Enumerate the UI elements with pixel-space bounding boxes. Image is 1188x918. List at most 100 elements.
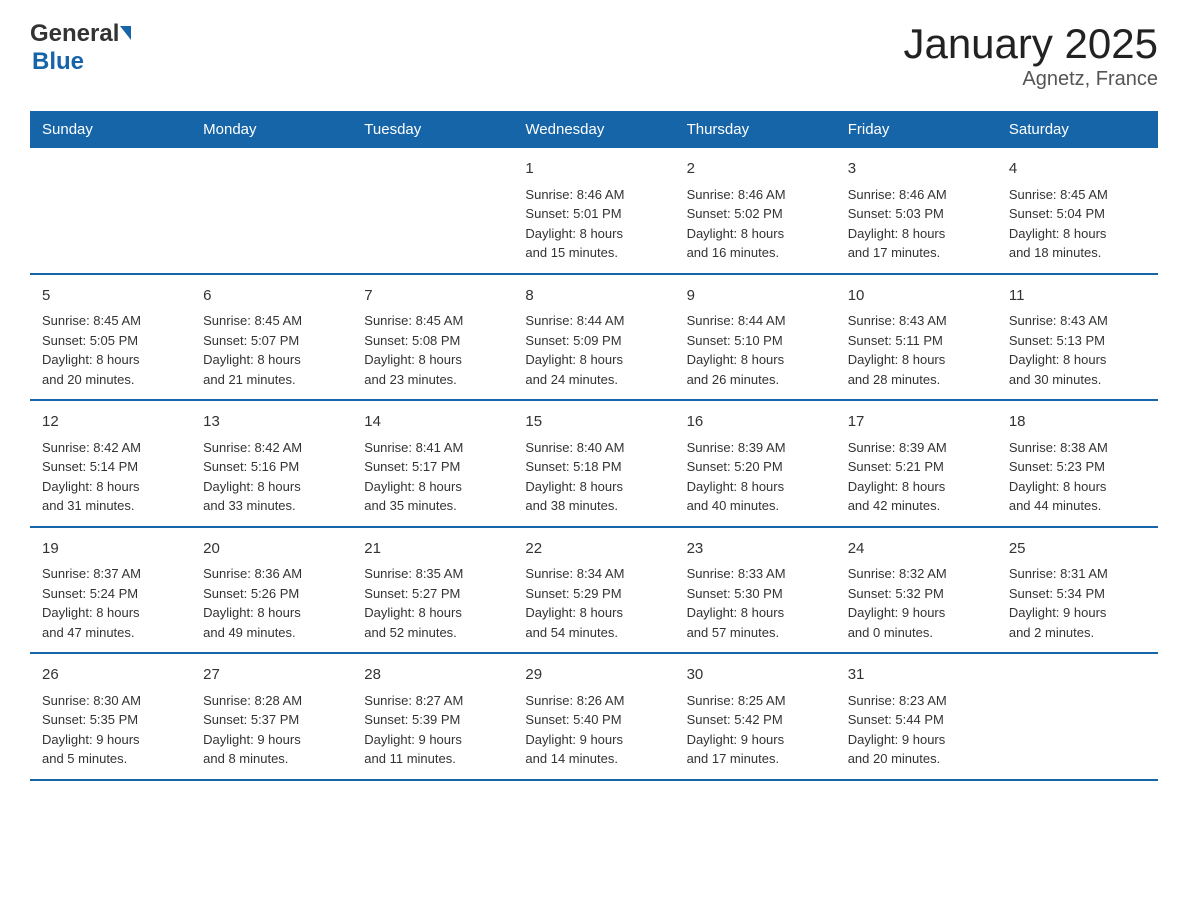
day-number: 11 bbox=[1009, 285, 1146, 308]
day-number: 19 bbox=[42, 538, 179, 561]
day-info: Sunrise: 8:23 AM Sunset: 5:44 PM Dayligh… bbox=[848, 693, 947, 767]
calendar-cell: 12 Sunrise: 8:42 AM Sunset: 5:14 PM Dayli… bbox=[30, 400, 191, 527]
day-of-week-header: Thursday bbox=[675, 111, 836, 148]
page-subtitle: Agnetz, France bbox=[903, 68, 1158, 91]
day-of-week-header: Friday bbox=[836, 111, 997, 148]
calendar-week-row: 19 Sunrise: 8:37 AM Sunset: 5:24 PM Dayli… bbox=[30, 527, 1158, 654]
day-number: 17 bbox=[848, 411, 985, 434]
calendar-cell bbox=[30, 148, 191, 274]
day-info: Sunrise: 8:45 AM Sunset: 5:08 PM Dayligh… bbox=[364, 313, 463, 387]
day-info: Sunrise: 8:42 AM Sunset: 5:16 PM Dayligh… bbox=[203, 440, 302, 514]
calendar-cell: 31 Sunrise: 8:23 AM Sunset: 5:44 PM Dayli… bbox=[836, 653, 997, 780]
calendar-cell: 4 Sunrise: 8:45 AM Sunset: 5:04 PM Daylig… bbox=[997, 148, 1158, 274]
day-info: Sunrise: 8:46 AM Sunset: 5:03 PM Dayligh… bbox=[848, 187, 947, 261]
calendar-cell: 24 Sunrise: 8:32 AM Sunset: 5:32 PM Dayli… bbox=[836, 527, 997, 654]
day-info: Sunrise: 8:44 AM Sunset: 5:10 PM Dayligh… bbox=[687, 313, 786, 387]
day-info: Sunrise: 8:44 AM Sunset: 5:09 PM Dayligh… bbox=[525, 313, 624, 387]
day-number: 15 bbox=[525, 411, 662, 434]
calendar-cell: 16 Sunrise: 8:39 AM Sunset: 5:20 PM Dayli… bbox=[675, 400, 836, 527]
day-info: Sunrise: 8:39 AM Sunset: 5:21 PM Dayligh… bbox=[848, 440, 947, 514]
logo-general-text: General bbox=[30, 20, 119, 48]
day-of-week-header: Wednesday bbox=[513, 111, 674, 148]
calendar-cell bbox=[352, 148, 513, 274]
calendar-cell: 1Sunrise: 8:46 AM Sunset: 5:01 PM Daylig… bbox=[513, 148, 674, 274]
day-of-week-header: Tuesday bbox=[352, 111, 513, 148]
day-info: Sunrise: 8:41 AM Sunset: 5:17 PM Dayligh… bbox=[364, 440, 463, 514]
calendar-cell: 2 Sunrise: 8:46 AM Sunset: 5:02 PM Daylig… bbox=[675, 148, 836, 274]
day-number: 23 bbox=[687, 538, 824, 561]
calendar-cell: 28Sunrise: 8:27 AM Sunset: 5:39 PM Dayli… bbox=[352, 653, 513, 780]
calendar-cell bbox=[997, 653, 1158, 780]
calendar-cell: 22 Sunrise: 8:34 AM Sunset: 5:29 PM Dayli… bbox=[513, 527, 674, 654]
day-number: 26 bbox=[42, 664, 179, 687]
calendar-cell: 11 Sunrise: 8:43 AM Sunset: 5:13 PM Dayli… bbox=[997, 274, 1158, 401]
day-info: Sunrise: 8:34 AM Sunset: 5:29 PM Dayligh… bbox=[525, 566, 624, 640]
day-number: 13 bbox=[203, 411, 340, 434]
day-number: 22 bbox=[525, 538, 662, 561]
day-info: Sunrise: 8:32 AM Sunset: 5:32 PM Dayligh… bbox=[848, 566, 947, 640]
day-number: 14 bbox=[364, 411, 501, 434]
logo-chevron-icon bbox=[120, 26, 131, 40]
day-number: 21 bbox=[364, 538, 501, 561]
calendar-cell: 6 Sunrise: 8:45 AM Sunset: 5:07 PM Daylig… bbox=[191, 274, 352, 401]
calendar-cell bbox=[191, 148, 352, 274]
calendar-week-row: 12 Sunrise: 8:42 AM Sunset: 5:14 PM Dayli… bbox=[30, 400, 1158, 527]
day-info: Sunrise: 8:39 AM Sunset: 5:20 PM Dayligh… bbox=[687, 440, 786, 514]
day-info: Sunrise: 8:31 AM Sunset: 5:34 PM Dayligh… bbox=[1009, 566, 1108, 640]
calendar-cell: 15 Sunrise: 8:40 AM Sunset: 5:18 PM Dayli… bbox=[513, 400, 674, 527]
day-number: 31 bbox=[848, 664, 985, 687]
calendar-cell: 27Sunrise: 8:28 AM Sunset: 5:37 PM Dayli… bbox=[191, 653, 352, 780]
day-number: 8 bbox=[525, 285, 662, 308]
calendar-cell: 26 Sunrise: 8:30 AM Sunset: 5:35 PM Dayli… bbox=[30, 653, 191, 780]
day-info: Sunrise: 8:45 AM Sunset: 5:05 PM Dayligh… bbox=[42, 313, 141, 387]
day-number: 10 bbox=[848, 285, 985, 308]
day-number: 12 bbox=[42, 411, 179, 434]
logo: General Blue bbox=[30, 20, 131, 76]
calendar-cell: 23Sunrise: 8:33 AM Sunset: 5:30 PM Dayli… bbox=[675, 527, 836, 654]
day-number: 24 bbox=[848, 538, 985, 561]
calendar-cell: 10Sunrise: 8:43 AM Sunset: 5:11 PM Dayli… bbox=[836, 274, 997, 401]
day-info: Sunrise: 8:45 AM Sunset: 5:07 PM Dayligh… bbox=[203, 313, 302, 387]
day-number: 25 bbox=[1009, 538, 1146, 561]
page-title: January 2025 bbox=[903, 20, 1158, 68]
day-number: 20 bbox=[203, 538, 340, 561]
calendar-cell: 7 Sunrise: 8:45 AM Sunset: 5:08 PM Daylig… bbox=[352, 274, 513, 401]
day-info: Sunrise: 8:37 AM Sunset: 5:24 PM Dayligh… bbox=[42, 566, 141, 640]
calendar-cell: 25 Sunrise: 8:31 AM Sunset: 5:34 PM Dayli… bbox=[997, 527, 1158, 654]
day-number: 7 bbox=[364, 285, 501, 308]
day-number: 6 bbox=[203, 285, 340, 308]
day-number: 2 bbox=[687, 158, 824, 181]
calendar-header-row: SundayMondayTuesdayWednesdayThursdayFrid… bbox=[30, 111, 1158, 148]
day-info: Sunrise: 8:38 AM Sunset: 5:23 PM Dayligh… bbox=[1009, 440, 1108, 514]
title-block: January 2025 Agnetz, France bbox=[903, 20, 1158, 91]
calendar-cell: 3 Sunrise: 8:46 AM Sunset: 5:03 PM Daylig… bbox=[836, 148, 997, 274]
day-number: 9 bbox=[687, 285, 824, 308]
calendar-cell: 30 Sunrise: 8:25 AM Sunset: 5:42 PM Dayli… bbox=[675, 653, 836, 780]
day-info: Sunrise: 8:30 AM Sunset: 5:35 PM Dayligh… bbox=[42, 693, 141, 767]
day-number: 3 bbox=[848, 158, 985, 181]
day-info: Sunrise: 8:45 AM Sunset: 5:04 PM Dayligh… bbox=[1009, 187, 1108, 261]
day-number: 4 bbox=[1009, 158, 1146, 181]
calendar-cell: 17 Sunrise: 8:39 AM Sunset: 5:21 PM Dayli… bbox=[836, 400, 997, 527]
day-info: Sunrise: 8:40 AM Sunset: 5:18 PM Dayligh… bbox=[525, 440, 624, 514]
calendar-cell: 20 Sunrise: 8:36 AM Sunset: 5:26 PM Dayli… bbox=[191, 527, 352, 654]
day-info: Sunrise: 8:42 AM Sunset: 5:14 PM Dayligh… bbox=[42, 440, 141, 514]
day-info: Sunrise: 8:36 AM Sunset: 5:26 PM Dayligh… bbox=[203, 566, 302, 640]
calendar-cell: 21Sunrise: 8:35 AM Sunset: 5:27 PM Dayli… bbox=[352, 527, 513, 654]
day-of-week-header: Saturday bbox=[997, 111, 1158, 148]
day-info: Sunrise: 8:28 AM Sunset: 5:37 PM Dayligh… bbox=[203, 693, 302, 767]
day-number: 18 bbox=[1009, 411, 1146, 434]
calendar-week-row: 1Sunrise: 8:46 AM Sunset: 5:01 PM Daylig… bbox=[30, 148, 1158, 274]
calendar-cell: 29Sunrise: 8:26 AM Sunset: 5:40 PM Dayli… bbox=[513, 653, 674, 780]
day-info: Sunrise: 8:43 AM Sunset: 5:13 PM Dayligh… bbox=[1009, 313, 1108, 387]
calendar-table: SundayMondayTuesdayWednesdayThursdayFrid… bbox=[30, 111, 1158, 781]
day-number: 16 bbox=[687, 411, 824, 434]
day-number: 30 bbox=[687, 664, 824, 687]
day-info: Sunrise: 8:25 AM Sunset: 5:42 PM Dayligh… bbox=[687, 693, 786, 767]
page-header: General Blue January 2025 Agnetz, France bbox=[30, 20, 1158, 91]
day-info: Sunrise: 8:46 AM Sunset: 5:01 PM Dayligh… bbox=[525, 187, 624, 261]
day-number: 5 bbox=[42, 285, 179, 308]
day-of-week-header: Monday bbox=[191, 111, 352, 148]
day-number: 28 bbox=[364, 664, 501, 687]
day-info: Sunrise: 8:46 AM Sunset: 5:02 PM Dayligh… bbox=[687, 187, 786, 261]
